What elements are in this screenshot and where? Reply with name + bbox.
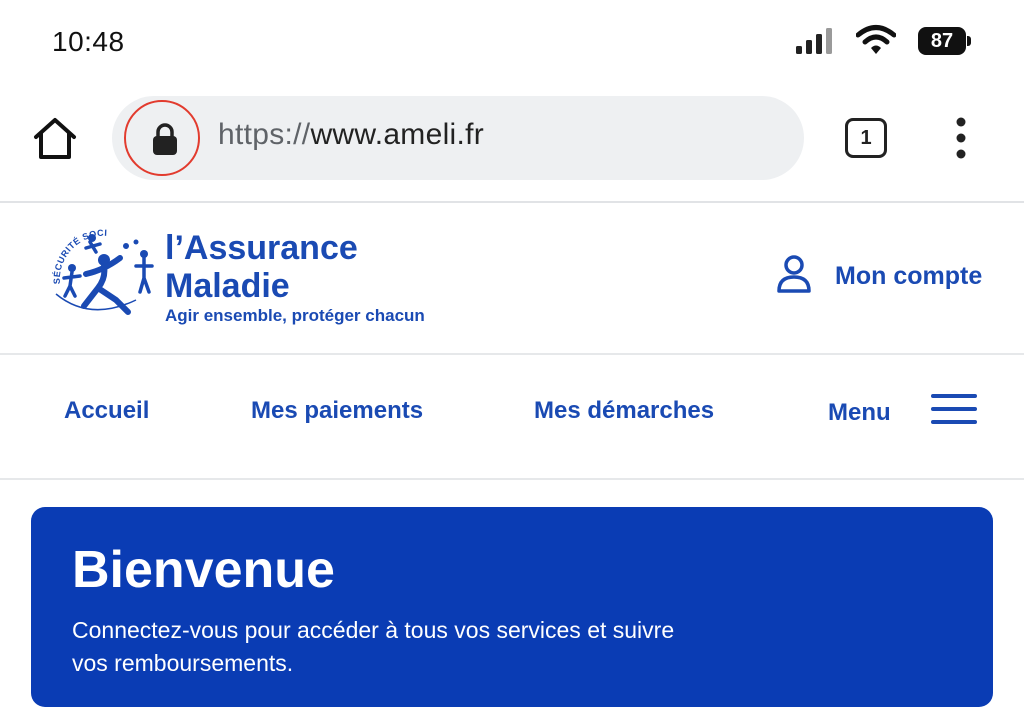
- nav-divider: [0, 478, 1024, 480]
- lock-icon[interactable]: [150, 122, 180, 156]
- more-vert-icon[interactable]: [948, 116, 974, 160]
- url-text[interactable]: https://www.ameli.fr: [218, 118, 484, 152]
- banner-description: Connectez-vous pour accéder à tous vos s…: [72, 617, 675, 676]
- nav-item-demarches[interactable]: Mes démarches: [534, 397, 714, 425]
- toolbar-divider: [0, 201, 1024, 203]
- brand-name-line1: l’Assurance: [165, 229, 358, 267]
- wifi-icon: [856, 25, 896, 54]
- header-divider: [0, 353, 1024, 355]
- account-link[interactable]: Mon compte: [835, 262, 982, 291]
- menu-button-label[interactable]: Menu: [828, 399, 891, 427]
- home-icon[interactable]: [30, 114, 80, 164]
- battery-indicator: 87: [918, 27, 972, 55]
- brand-name-line2: Maladie: [165, 267, 290, 305]
- banner-title: Bienvenue: [72, 541, 335, 599]
- signal-bars-icon: [796, 28, 832, 54]
- nav-item-accueil[interactable]: Accueil: [64, 397, 149, 425]
- tabs-icon: 1: [845, 118, 887, 158]
- status-time: 10:48: [52, 26, 125, 57]
- url-scheme: https://: [218, 118, 311, 151]
- brand-tagline: Agir ensemble, protéger chacun: [165, 306, 425, 325]
- user-icon[interactable]: [776, 254, 812, 294]
- battery-level: 87: [930, 30, 954, 52]
- tab-switcher-button[interactable]: 1: [845, 118, 887, 158]
- hamburger-menu-icon[interactable]: [931, 392, 977, 426]
- nav-item-paiements[interactable]: Mes paiements: [251, 397, 423, 425]
- assurance-maladie-logo[interactable]: SÉCURITÉ SOCIALE: [50, 222, 162, 322]
- url-host: www.ameli.fr: [310, 118, 485, 151]
